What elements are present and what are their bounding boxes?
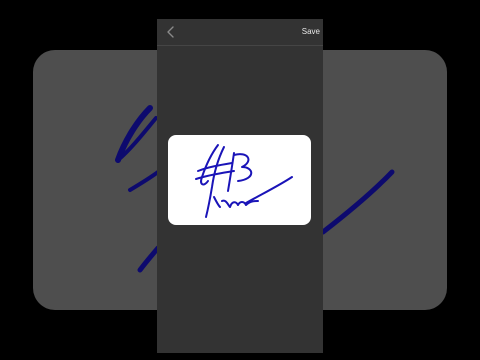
handwritten-signature xyxy=(195,144,293,218)
signature-editor-screen: Save xyxy=(157,19,323,353)
chevron-left-icon xyxy=(167,26,174,38)
top-bar: Save xyxy=(157,19,323,46)
signature-preview-card xyxy=(168,135,311,225)
video-frame: Save xyxy=(0,0,480,360)
back-button[interactable] xyxy=(161,23,179,41)
save-button[interactable]: Save xyxy=(302,27,320,37)
